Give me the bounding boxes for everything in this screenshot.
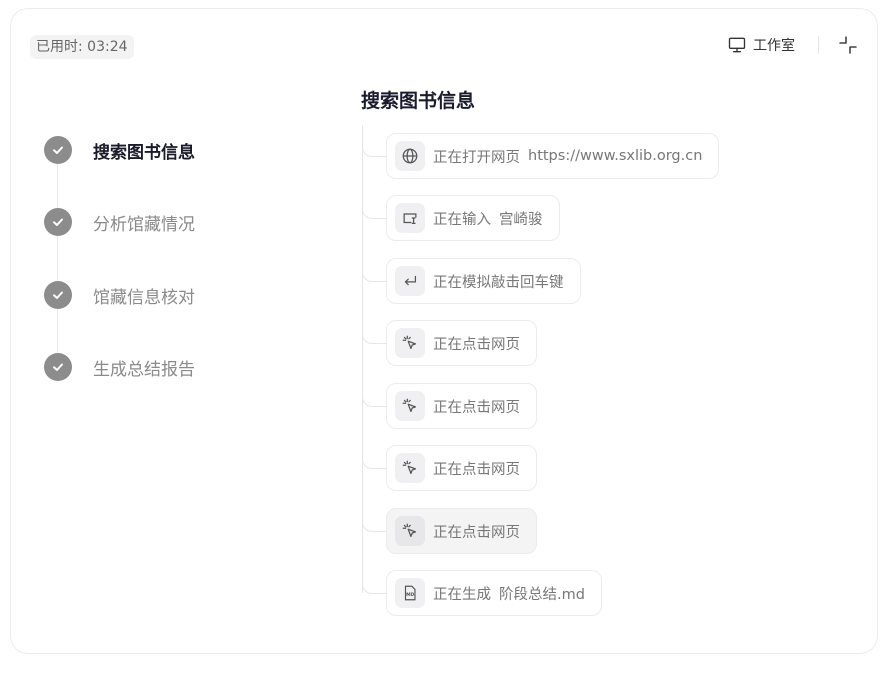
action-branch	[362, 318, 386, 344]
action-detail: 宫崎骏	[499, 211, 543, 228]
step-connector	[57, 164, 58, 208]
step-item[interactable]: 分析馆藏情况	[44, 208, 195, 236]
action-text: 正在输入	[433, 211, 491, 228]
check-circle-icon	[44, 208, 72, 236]
action-branch	[362, 256, 386, 282]
step-label: 分析馆藏情况	[93, 214, 195, 235]
action-item[interactable]: 正在模拟敲击回车键	[386, 258, 581, 304]
action-item[interactable]: MD 正在生成 阶段总结.md	[386, 570, 602, 616]
cursor-click-icon	[395, 453, 425, 483]
check-circle-icon	[44, 281, 72, 309]
action-branch	[362, 443, 386, 469]
action-branch	[362, 568, 386, 594]
cursor-click-icon	[395, 516, 425, 546]
elapsed-time-badge: 已用时: 03:24	[30, 35, 134, 59]
cursor-click-icon	[395, 391, 425, 421]
action-text: 正在模拟敲击回车键	[433, 274, 564, 291]
action-branch	[362, 193, 386, 219]
step-connector	[57, 236, 58, 281]
action-item[interactable]: 正在点击网页	[386, 445, 537, 491]
monitor-icon	[728, 37, 746, 53]
svg-text:MD: MD	[406, 592, 414, 598]
action-item[interactable]: 正在点击网页	[386, 320, 537, 366]
check-circle-icon	[44, 353, 72, 381]
check-circle-icon	[44, 136, 72, 164]
markdown-file-icon: MD	[395, 578, 425, 608]
globe-icon	[395, 141, 425, 171]
section-title: 搜索图书信息	[361, 90, 476, 112]
cursor-click-icon	[395, 328, 425, 358]
step-item[interactable]: 生成总结报告	[44, 353, 195, 381]
action-item[interactable]: 正在点击网页	[386, 383, 537, 429]
action-branch	[362, 506, 386, 532]
action-detail: https://www.sxlib.org.cn	[528, 148, 703, 164]
action-text: 正在点击网页	[433, 399, 520, 416]
action-text: 正在生成	[433, 586, 491, 603]
collapse-button[interactable]	[837, 34, 859, 56]
step-item[interactable]: 馆藏信息核对	[44, 281, 195, 309]
action-branch	[362, 131, 386, 157]
action-text: 正在打开网页	[433, 149, 520, 166]
step-label: 搜索图书信息	[93, 142, 195, 163]
action-text: 正在点击网页	[433, 336, 520, 353]
step-label: 生成总结报告	[93, 359, 195, 380]
enter-key-icon	[395, 266, 425, 296]
action-text: 正在点击网页	[433, 461, 520, 478]
studio-label: 工作室	[753, 38, 795, 54]
action-detail: 阶段总结.md	[499, 586, 585, 603]
action-branch	[362, 381, 386, 407]
text-input-icon	[395, 203, 425, 233]
step-item[interactable]: 搜索图书信息	[44, 136, 195, 164]
action-item[interactable]: 正在输入 宫崎骏	[386, 195, 560, 241]
action-item[interactable]: 正在点击网页	[386, 508, 537, 554]
collapse-icon	[839, 36, 857, 54]
action-item[interactable]: 正在打开网页 https://www.sxlib.org.cn	[386, 133, 720, 179]
step-label: 馆藏信息核对	[93, 287, 195, 308]
studio-button[interactable]: 工作室	[727, 34, 795, 56]
action-text: 正在点击网页	[433, 524, 520, 541]
step-connector	[57, 309, 58, 353]
header-divider	[818, 36, 819, 54]
